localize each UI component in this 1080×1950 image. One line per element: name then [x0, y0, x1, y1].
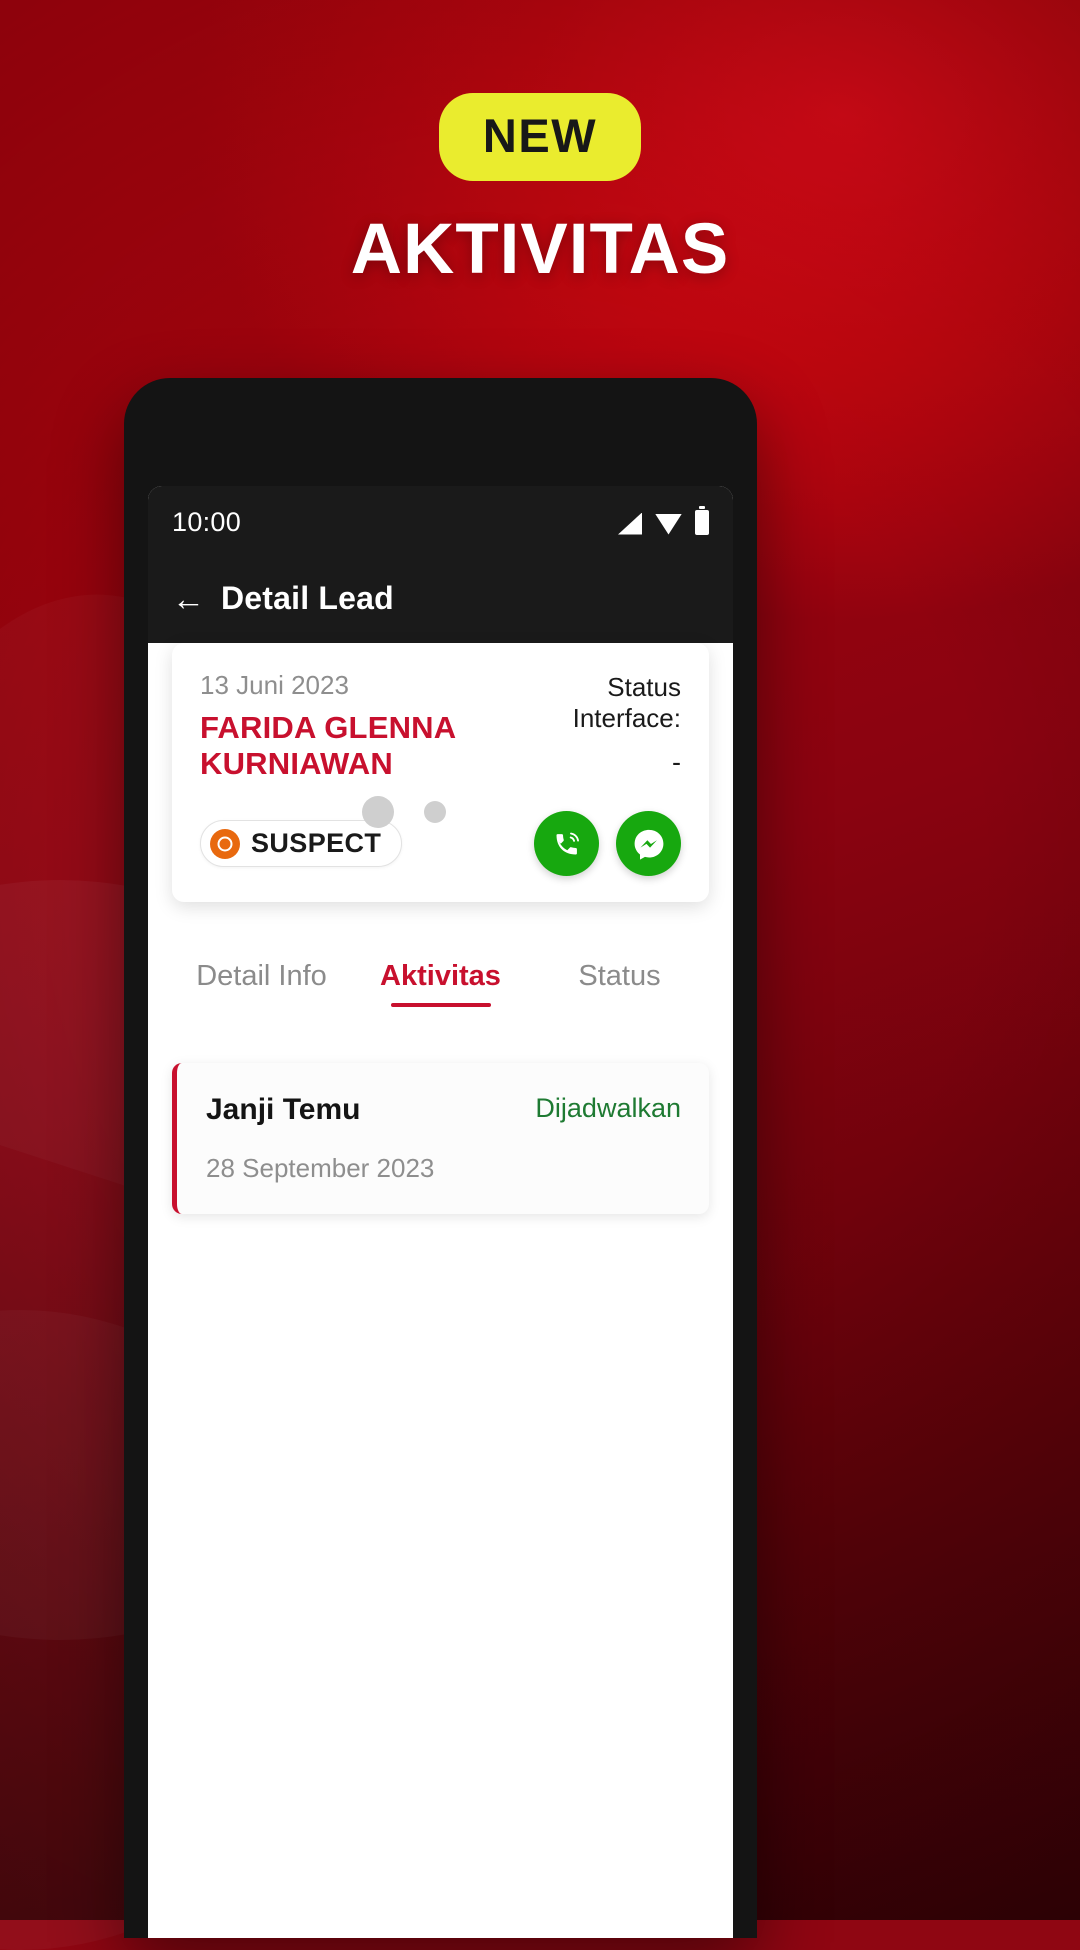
tab-bar: Detail Info Aktivitas Status [148, 960, 733, 1007]
page-title: AKTIVITAS [350, 210, 730, 289]
list-item[interactable]: Janji Temu Dijadwalkan 28 September 2023 [172, 1063, 709, 1215]
status-interface-value: - [672, 747, 681, 777]
lead-card-left: 13 Juni 2023 FARIDA GLENNA KURNIAWAN [200, 670, 530, 781]
signal-icon [618, 512, 642, 535]
battery-icon [695, 505, 709, 535]
lead-card-container: 13 Juni 2023 FARIDA GLENNA KURNIAWAN Sta… [148, 643, 733, 903]
lead-card[interactable]: 13 Juni 2023 FARIDA GLENNA KURNIAWAN Sta… [172, 643, 709, 903]
wifi-icon [655, 513, 682, 535]
status-badge-label: SUSPECT [251, 828, 382, 859]
phone-camera-dots [362, 796, 446, 828]
lead-date: 13 Juni 2023 [200, 670, 349, 700]
camera-lens-icon [362, 796, 394, 828]
screen-body: 13 Juni 2023 FARIDA GLENNA KURNIAWAN Sta… [148, 643, 733, 1215]
whatsapp-call-button[interactable] [534, 811, 599, 877]
tab-detail-info[interactable]: Detail Info [172, 960, 351, 1007]
status-bar: 10:00 [148, 486, 733, 558]
phone-mockup: 10:00 ← Detail Lead 13 Juni 2023 FARIDA … [124, 378, 757, 1938]
lead-action-buttons [534, 811, 681, 877]
header-title: Detail Lead [221, 580, 394, 616]
activity-date: 28 September 2023 [206, 1153, 435, 1184]
target-icon [210, 828, 240, 859]
tab-aktivitas[interactable]: Aktivitas [351, 960, 530, 1007]
phone-screen: 10:00 ← Detail Lead 13 Juni 2023 FARIDA … [148, 486, 733, 1938]
tab-status[interactable]: Status [530, 960, 709, 1007]
arrow-left-icon[interactable]: ← [172, 582, 205, 615]
hero-section: NEW AKTIVITAS [0, 0, 1080, 290]
activity-status: Dijadwalkan [535, 1093, 681, 1124]
activity-list: Janji Temu Dijadwalkan 28 September 2023 [148, 1007, 733, 1215]
status-bar-icons [618, 505, 709, 535]
activity-row: Janji Temu Dijadwalkan [206, 1093, 681, 1127]
camera-sensor-icon [424, 801, 446, 823]
messenger-button[interactable] [616, 811, 681, 877]
lead-name: FARIDA GLENNA KURNIAWAN [200, 710, 456, 781]
activity-title: Janji Temu [206, 1093, 361, 1127]
lead-card-top: 13 Juni 2023 FARIDA GLENNA KURNIAWAN Sta… [200, 670, 681, 781]
lead-card-right: Status Interface: - [530, 670, 681, 778]
new-badge: NEW [438, 93, 642, 181]
status-interface-label: Status Interface: [572, 672, 681, 733]
app-header: ← Detail Lead [148, 558, 733, 643]
status-bar-time: 10:00 [172, 506, 242, 537]
